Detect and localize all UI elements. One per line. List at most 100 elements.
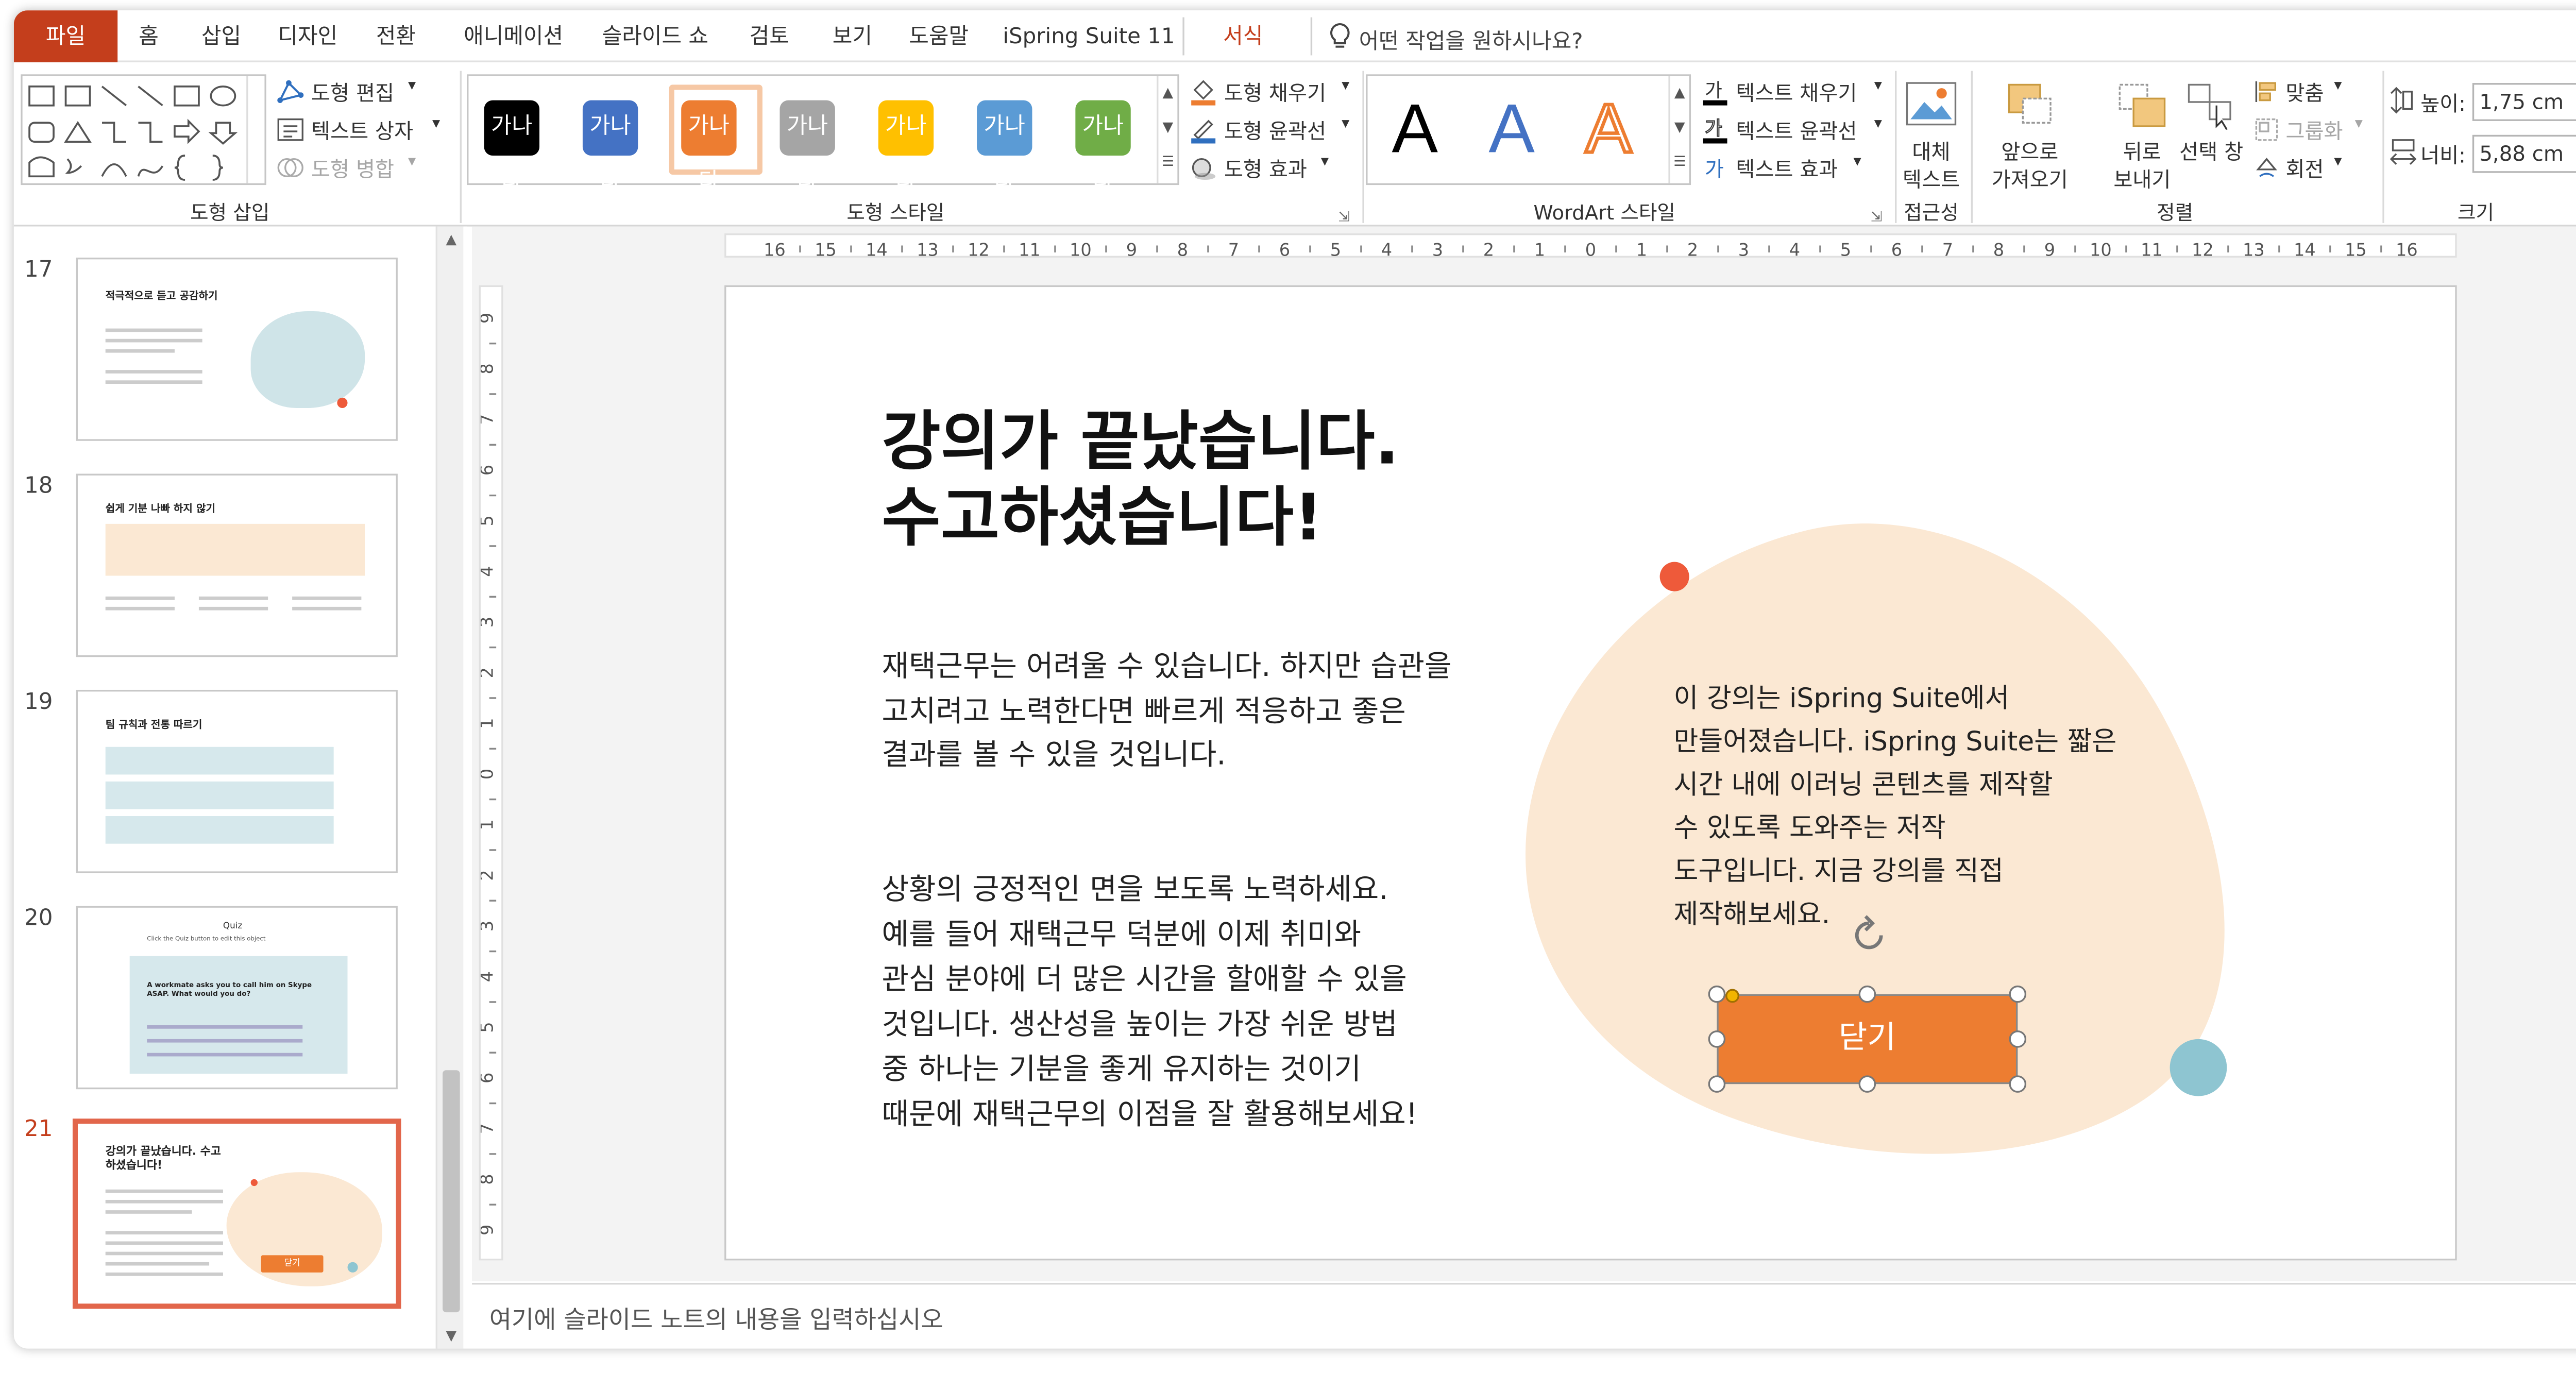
scroll-thumb[interactable]	[443, 1070, 460, 1313]
tab-review[interactable]: 검토	[743, 10, 795, 62]
tab-format[interactable]: 서식	[1200, 10, 1286, 62]
tab-transitions[interactable]: 전환	[370, 10, 422, 62]
notes-pane[interactable]: 여기에 슬라이드 노트의 내용을 입력하십시오	[472, 1283, 2576, 1349]
dialog-launcher-icon[interactable]: ⇲	[1871, 209, 1882, 225]
resize-handle[interactable]	[2009, 985, 2027, 1003]
tab-insert[interactable]: 삽입	[194, 10, 249, 62]
shape-gallery[interactable]	[21, 74, 266, 185]
resize-handle[interactable]	[1708, 1030, 1726, 1048]
slide-thumbnail-17[interactable]: 적극적으로 듣고 공감하기	[76, 258, 398, 441]
group-label-shape-styles: 도형 스타일	[846, 200, 945, 225]
text-box-button[interactable]: 텍스트 상자 ▾	[277, 116, 467, 147]
edit-shape-button[interactable]: 도형 편집 ▾	[277, 78, 450, 109]
slide-editor: 16 15 14 13 12 11 10 9 8 7 6 5 4 3 2 1 0 1 2 3 4 5 6 7 8 9 10 11 12 1…	[472, 226, 2576, 1281]
edit-shape-icon	[277, 80, 304, 104]
alt-text-button[interactable]: 대체 텍스트	[1899, 74, 1964, 195]
shape-effects-label: 도형 효과	[1224, 157, 1307, 182]
merge-shapes-button[interactable]: 도형 병합 ▾	[277, 154, 450, 185]
gallery-scroll[interactable]: ▲ ▼ ☰	[1157, 76, 1177, 183]
text-line: 고치려고 노력한다면 빠르게 적응하고 좋은	[882, 694, 1406, 729]
tab-design[interactable]: 디자인	[273, 10, 342, 62]
width-label: 너비:	[2420, 143, 2466, 168]
tab-view[interactable]: 보기	[826, 10, 878, 62]
resize-handle[interactable]	[1858, 1075, 1876, 1093]
resize-handle[interactable]	[1858, 985, 1876, 1003]
ruler-tick-label: 8	[481, 363, 497, 374]
shape-style-swatch[interactable]: 가나다	[977, 100, 1032, 195]
rotate-button[interactable]: 회전 ▾	[2255, 154, 2376, 185]
tab-slideshow[interactable]: 슬라이드 쇼	[595, 10, 716, 62]
shape-style-swatch[interactable]: 가나다	[878, 100, 934, 195]
text-effects-button[interactable]: 가 텍스트 효과 ▾	[1701, 154, 1895, 185]
slide-body-paragraph-1[interactable]: 재택근무는 어려울 수 있습니다. 하지만 습관을 고치려고 노력한다면 빠르게…	[882, 647, 1451, 779]
slide-title[interactable]: 강의가 끝났습니다. 수고하셨습니다!	[882, 404, 1399, 556]
gallery-scroll[interactable]: ▲ ▼ ☰	[1668, 76, 1689, 183]
ruler-tick-label: 2	[1483, 240, 1494, 260]
tab-file[interactable]: 파일	[13, 10, 118, 62]
shape-style-swatch[interactable]: 가나다	[779, 100, 835, 195]
group-label-size: 크기	[2458, 200, 2495, 225]
text-line: 수 있도록 도와주는 저작	[1673, 812, 1946, 844]
slide-body-paragraph-2[interactable]: 상황의 긍정적인 면을 보도록 노력하세요. 예를 들어 재택근무 덕분에 이제…	[882, 868, 1417, 1138]
scroll-down-icon[interactable]: ▼	[439, 1326, 463, 1347]
text-line	[105, 349, 175, 353]
slide-canvas[interactable]: 강의가 끝났습니다. 수고하셨습니다! 재택근무는 어려울 수 있습니다. 하지…	[724, 285, 2457, 1261]
adjust-handle[interactable]	[1725, 989, 1740, 1003]
text-outline-button[interactable]: 가 텍스트 윤곽선 ▾	[1701, 116, 1895, 147]
dropdown-caret-icon: ▾	[432, 115, 440, 133]
slide-thumbnail-20[interactable]: Quiz Click the Quiz button to edit this …	[76, 906, 398, 1090]
shape-style-gallery[interactable]: 가나다 가나다 가나다 가나다 가나다 가나다 가나다 ▲ ▼ ☰	[467, 74, 1179, 195]
shape-style-swatch[interactable]: 가나다	[484, 100, 540, 195]
ruler-tick-label: 10	[2090, 240, 2112, 260]
slide-thumbnail-21[interactable]: 강의가 끝났습니다. 수고하셨습니다! 닫기	[72, 1118, 401, 1309]
height-input[interactable]: 1,75 cm	[2472, 83, 2576, 121]
alt-text-icon	[1906, 82, 1957, 126]
resize-handle[interactable]	[1708, 1075, 1726, 1093]
wordart-style-orange-outline[interactable]: A	[1584, 93, 1633, 166]
dialog-launcher-icon[interactable]: ⇲	[1338, 209, 1349, 225]
tab-help[interactable]: 도움말	[903, 10, 975, 62]
dropdown-caret-icon: ▾	[2354, 115, 2363, 133]
resize-handle[interactable]	[1708, 985, 1726, 1003]
scroll-up-icon[interactable]: ▲	[439, 230, 463, 250]
slide-number-selected: 21	[24, 1116, 53, 1143]
resize-handle[interactable]	[2009, 1075, 2027, 1093]
wordart-style-blue[interactable]: A	[1488, 95, 1535, 164]
width-input[interactable]: 5,88 cm	[2472, 134, 2576, 173]
shape-effects-button[interactable]: 도형 효과 ▾	[1190, 154, 1363, 185]
width-icon	[2389, 139, 2417, 165]
tab-ispring[interactable]: iSpring Suite 11	[1003, 10, 1175, 62]
merge-shapes-icon	[277, 158, 303, 177]
text-fill-button[interactable]: 가 텍스트 채우기 ▾	[1701, 78, 1895, 109]
align-button[interactable]: 맞춤 ▾	[2255, 78, 2376, 109]
decorative-red-dot	[1659, 562, 1689, 591]
shape-style-swatch[interactable]: 가나다	[1075, 100, 1131, 195]
tab-home[interactable]: 홈	[131, 10, 166, 62]
dropdown-caret-icon: ▾	[408, 78, 416, 95]
dropdown-caret-icon: ▾	[1342, 115, 1350, 133]
notes-placeholder: 여기에 슬라이드 노트의 내용을 입력하십시오	[489, 1307, 943, 1335]
slide-thumbnail-19[interactable]: 팀 규칙과 전통 따르기	[76, 689, 398, 873]
selection-pane-button[interactable]: 선택 창	[2172, 74, 2251, 171]
shape-outline-button[interactable]: 도형 윤곽선 ▾	[1190, 116, 1363, 147]
group-button[interactable]: 그룹화 ▾	[2255, 116, 2376, 147]
group-separator	[1971, 71, 1973, 223]
wordart-style-black[interactable]: A	[1392, 95, 1438, 164]
slide-thumbnail-18[interactable]: 쉽게 기분 나빠 하지 않기	[76, 473, 398, 657]
shape-style-swatch[interactable]: 가나다	[582, 100, 638, 195]
bring-forward-button[interactable]: 앞으로 가져오기	[1978, 74, 2081, 195]
tab-animations[interactable]: 애니메이션	[453, 10, 574, 62]
wordart-gallery[interactable]: A A A ▲ ▼ ☰	[1366, 74, 1691, 185]
text-outline-label: 텍스트 윤곽선	[1736, 119, 1857, 144]
ruler-tick-label: 9	[481, 313, 497, 324]
shape-fill-button[interactable]: 도형 채우기 ▾	[1190, 78, 1363, 109]
resize-handle[interactable]	[2009, 1030, 2027, 1048]
thumbnail-scrollbar[interactable]: ▲ ▼	[435, 226, 464, 1349]
rotate-handle-icon[interactable]	[1846, 913, 1891, 958]
ruler-tick-label: 1	[1534, 240, 1545, 260]
menu-bar: 파일 홈 삽입 디자인 전환 애니메이션 슬라이드 쇼 검토 보기 도움말 iS…	[13, 10, 2576, 62]
blob-text[interactable]: 이 강의는 iSpring Suite에서 만들어졌습니다. iSpring S…	[1673, 677, 2116, 937]
tell-me-search[interactable]: 어떤 작업을 원하시나요?	[1325, 10, 1636, 62]
shape-style-swatch[interactable]: 가나다	[681, 100, 737, 195]
ruler-tick-label: 4	[481, 971, 497, 982]
